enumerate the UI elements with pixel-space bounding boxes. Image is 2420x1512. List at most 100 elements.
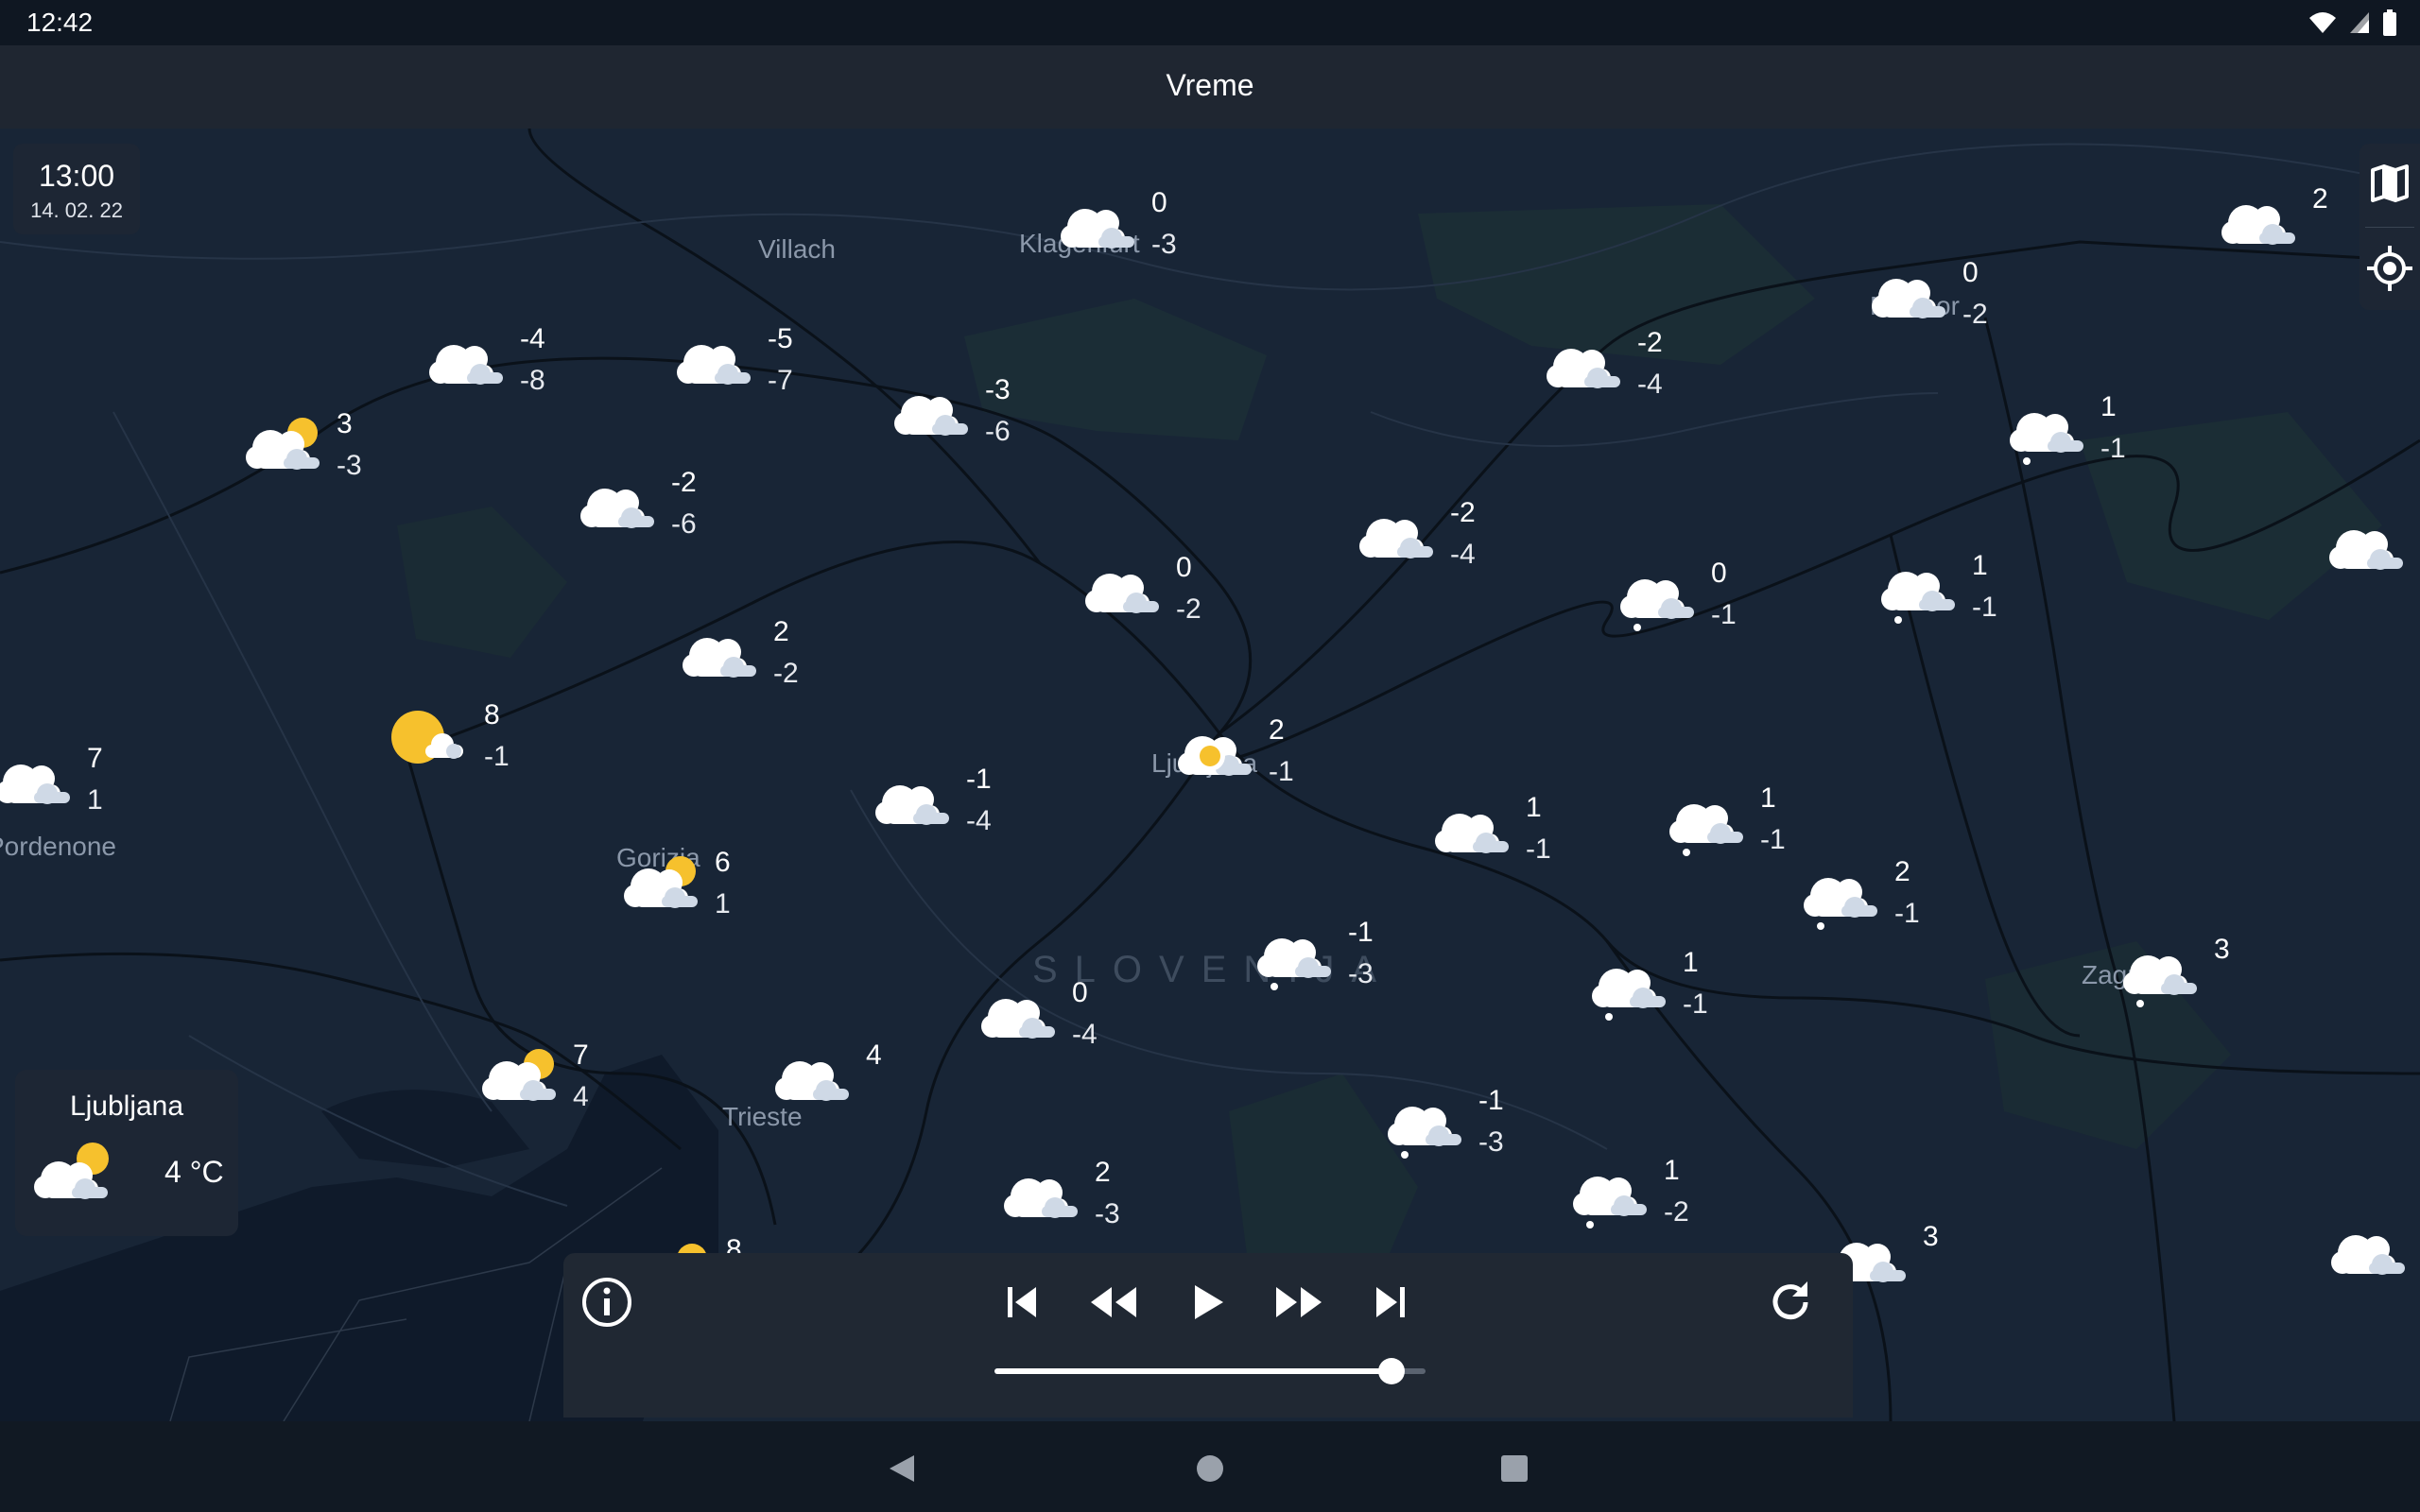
forecast-low: -4: [966, 805, 992, 836]
forecast-marker[interactable]: 0 -2: [1080, 552, 1259, 656]
timeline-thumb[interactable]: [1377, 1358, 1405, 1384]
forecast-marker[interactable]: 3 -3: [240, 408, 420, 512]
forecast-marker[interactable]: 8 -1: [388, 699, 567, 803]
status-icons: [2308, 9, 2397, 36]
forecast-low: -3: [1151, 229, 1177, 260]
forecast-marker[interactable]: [2325, 1213, 2420, 1317]
forecast-high: -3: [985, 374, 1011, 405]
forecast-marker[interactable]: 0 -4: [976, 977, 1155, 1081]
back-icon: [890, 1455, 914, 1482]
rewind-icon: [1091, 1287, 1136, 1317]
forecast-marker[interactable]: 61: [618, 847, 798, 951]
home-button[interactable]: [1182, 1440, 1238, 1497]
forecast-high: -1: [966, 764, 992, 795]
side-divider: [2365, 227, 2414, 228]
forecast-marker[interactable]: 2: [2324, 508, 2420, 612]
map-layers-button[interactable]: [2365, 153, 2414, 214]
forecast-marker[interactable]: -3 -6: [889, 374, 1068, 478]
forecast-low: 4: [573, 1081, 589, 1112]
forecast-high: 0: [1176, 552, 1192, 583]
forecast-low: -1: [1894, 898, 1920, 929]
forecast-high: -1: [1348, 917, 1374, 948]
info-button[interactable]: [577, 1272, 637, 1332]
home-icon: [1197, 1455, 1223, 1482]
forecast-high: 1: [1972, 550, 1988, 581]
playback-panel: [563, 1253, 1853, 1418]
current-location-marker[interactable]: [1191, 737, 1229, 775]
forecast-marker[interactable]: 74: [476, 1040, 656, 1143]
rewind-button[interactable]: [1083, 1272, 1144, 1332]
forecast-high: 1: [1760, 782, 1776, 814]
forecast-low: -1: [484, 741, 510, 772]
skip-to-start-button[interactable]: [993, 1272, 1053, 1332]
forecast-marker[interactable]: 1 -2: [1567, 1155, 1747, 1259]
forecast-low: -1: [1683, 988, 1708, 1020]
forecast-time-card: 13:00 14. 02. 22: [13, 144, 140, 234]
forecast-high: 2: [2312, 183, 2328, 215]
forecast-marker[interactable]: -2 -6: [575, 467, 754, 571]
forecast-marker[interactable]: -2 -4: [1354, 497, 1533, 601]
forecast-high: 1: [2100, 391, 2117, 422]
map-side-controls: [2360, 144, 2420, 310]
signal-icon: [2350, 12, 2369, 33]
forecast-low: -3: [337, 450, 362, 481]
forecast-high: 2: [1894, 856, 1910, 887]
map-layers-icon: [2371, 164, 2409, 202]
fast-forward-button[interactable]: [1269, 1272, 1329, 1332]
forecast-high: 7: [573, 1040, 589, 1071]
forecast-marker[interactable]: -2 -4: [1541, 327, 1720, 431]
recents-icon: [1501, 1455, 1528, 1482]
forecast-marker[interactable]: 1 -1: [1429, 792, 1609, 896]
timeline-slider[interactable]: [994, 1358, 1426, 1384]
forecast-high: 7: [87, 743, 103, 774]
forecast-low: -8: [520, 365, 545, 396]
forecast-marker[interactable]: 3: [1826, 1221, 2006, 1325]
forecast-marker[interactable]: 2 -3: [998, 1157, 1178, 1261]
fast-forward-icon: [1276, 1287, 1322, 1317]
weather-map[interactable]: Villach Klagenfurt Maribor Ljubljana Gor…: [0, 129, 2420, 1421]
forecast-marker[interactable]: 71: [0, 743, 170, 847]
forecast-high: 0: [1711, 558, 1727, 589]
forecast-low: -1: [1972, 592, 1997, 623]
recents-button[interactable]: [1486, 1440, 1543, 1497]
play-button[interactable]: [1178, 1272, 1238, 1332]
skip-to-end-button[interactable]: [1359, 1272, 1420, 1332]
forecast-low: -2: [1962, 299, 1988, 330]
timeline-progress: [994, 1368, 1392, 1374]
skip-previous-icon: [1008, 1287, 1036, 1317]
forecast-low: -1: [2100, 433, 2126, 464]
forecast-high: 3: [337, 408, 353, 439]
forecast-marker[interactable]: 1 -1: [1876, 550, 2055, 654]
forecast-marker[interactable]: 0 -3: [1055, 187, 1235, 291]
refresh-button[interactable]: [1760, 1272, 1821, 1332]
forecast-low: -2: [1664, 1196, 1689, 1228]
my-location-button[interactable]: [2365, 238, 2414, 299]
forecast-marker[interactable]: -5 -7: [671, 323, 851, 427]
back-button[interactable]: [873, 1440, 930, 1497]
forecast-marker[interactable]: 1 -1: [1586, 947, 1766, 1051]
forecast-high: 1: [1526, 792, 1542, 823]
forecast-marker[interactable]: -1 -3: [1382, 1085, 1562, 1189]
location-temperature: 4 °C: [164, 1155, 224, 1189]
forecast-marker[interactable]: 4: [769, 1040, 949, 1143]
forecast-marker[interactable]: 1 -1: [2004, 391, 2184, 495]
forecast-low: 1: [715, 888, 731, 919]
forecast-low: -1: [1711, 599, 1737, 630]
forecast-high: 0: [1151, 187, 1167, 218]
forecast-marker[interactable]: 0 -1: [1615, 558, 1794, 662]
forecast-high: 2: [1095, 1157, 1111, 1188]
forecast-high: 3: [2214, 934, 2230, 965]
forecast-low: -2: [773, 658, 799, 689]
forecast-high: -2: [671, 467, 697, 498]
forecast-marker[interactable]: -1 -3: [1252, 917, 1431, 1021]
forecast-marker[interactable]: 2 -1: [1798, 856, 1978, 960]
forecast-marker[interactable]: 2 -2: [677, 616, 856, 720]
forecast-marker[interactable]: 0 -2: [1866, 257, 2046, 361]
forecast-low: 1: [87, 784, 103, 816]
forecast-high: 1: [1683, 947, 1699, 978]
forecast-marker[interactable]: 3: [2118, 934, 2297, 1038]
forecast-marker[interactable]: -1 -4: [870, 764, 1049, 868]
status-bar: 12:42: [0, 0, 2420, 45]
location-card[interactable]: Ljubljana 4 °C: [15, 1070, 238, 1236]
forecast-marker[interactable]: -4 -8: [424, 323, 603, 427]
